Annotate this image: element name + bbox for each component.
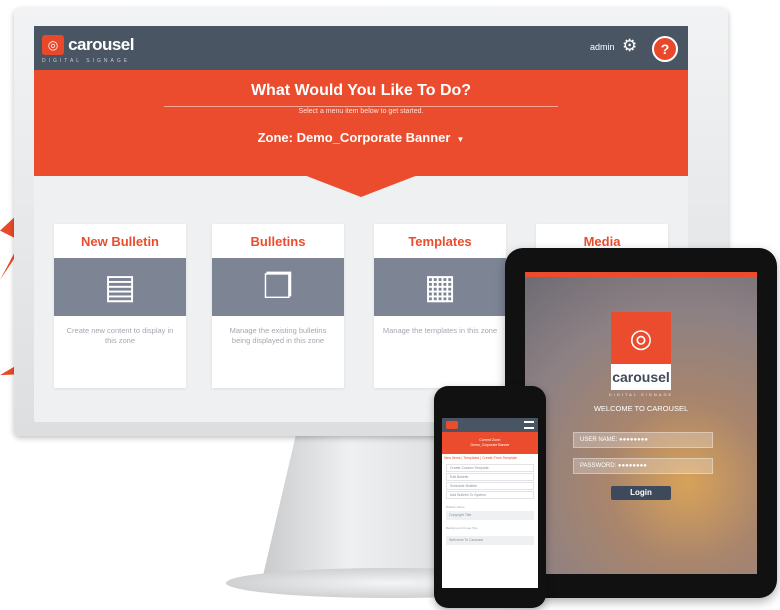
- page-subtitle: Select a menu item below to get started.: [34, 100, 688, 118]
- phone-text-input[interactable]: Welcome To Carousel: [446, 536, 534, 545]
- tablet-brand-tagline: DIGITAL SIGNAGE: [608, 392, 674, 397]
- tablet-login-screen: ◎ carousel DIGITAL SIGNAGE WELCOME TO CA…: [525, 272, 757, 574]
- hamburger-menu-icon[interactable]: [524, 421, 534, 429]
- chevron-down-icon: ▼: [456, 135, 465, 144]
- top-bar: ◎ carousel DIGITAL SIGNAGE admin ⚙ ?: [34, 26, 688, 70]
- hero-pointer: [304, 175, 418, 197]
- card-templates[interactable]: Templates ▦ Manage the templates in this…: [374, 224, 506, 388]
- card-title: New Bulletin: [80, 234, 159, 249]
- phone-zone-name: Demo_Corporate Banner: [470, 443, 510, 447]
- page-title: What Would You Like To Do?: [250, 82, 472, 99]
- user-menu[interactable]: admin: [590, 42, 615, 52]
- phone-field-label: Bulletin Name: [446, 505, 465, 509]
- card-bulletins[interactable]: Bulletins ❐ Manage the existing bulletin…: [212, 224, 344, 388]
- document-icon: ▤: [54, 258, 186, 316]
- login-button[interactable]: Login: [611, 486, 671, 500]
- carousel-logo-icon: ◎: [42, 35, 65, 55]
- phone-tabs[interactable]: New Items | Templates | Create From Temp…: [444, 456, 536, 460]
- username-field[interactable]: USER NAME: ●●●●●●●●: [573, 432, 713, 448]
- template-icon: ▦: [374, 258, 506, 316]
- card-new-bulletin[interactable]: New Bulletin ▤ Create new content to dis…: [54, 224, 186, 388]
- gear-icon[interactable]: ⚙: [622, 37, 637, 54]
- phone-device: Current Zone: Demo_Corporate Banner New …: [434, 386, 546, 608]
- help-button[interactable]: ?: [652, 36, 678, 62]
- phone-top-bar: [442, 418, 538, 432]
- documents-icon: ❐: [212, 258, 344, 316]
- brand-tagline: DIGITAL SIGNAGE: [42, 58, 131, 64]
- phone-field-label: Background Image Title: [446, 526, 478, 530]
- brand-name: carousel: [68, 35, 134, 54]
- welcome-text: WELCOME TO CAROUSEL: [593, 404, 689, 413]
- zone-label: Zone: Demo_Corporate Banner: [257, 130, 451, 145]
- brand-logo[interactable]: ◎ carousel: [42, 33, 134, 57]
- card-description: Manage the templates in this zone: [382, 326, 498, 335]
- password-field[interactable]: PASSWORD: ●●●●●●●●: [573, 458, 713, 474]
- carousel-logo-icon: ◎: [611, 312, 671, 364]
- tablet-accent-bar: [525, 272, 757, 277]
- zone-selector[interactable]: Zone: Demo_Corporate Banner ▼: [34, 130, 688, 145]
- card-title: Templates: [408, 234, 472, 249]
- card-title: Bulletins: [250, 234, 306, 249]
- card-description: Manage the existing bulletins being disp…: [229, 326, 327, 345]
- phone-text-input[interactable]: Copyright Title: [446, 511, 534, 520]
- card-description: Create new content to display in this zo…: [66, 326, 174, 345]
- phone-screen: Current Zone: Demo_Corporate Banner New …: [442, 418, 538, 588]
- phone-menu-item[interactable]: Add Bulletin To System: [446, 491, 534, 499]
- page-subtitle-text: Select a menu item below to get started.: [290, 108, 432, 115]
- carousel-logo-icon: [446, 421, 458, 429]
- card-title: Media: [583, 234, 621, 249]
- phone-menu-item[interactable]: Schedule Bulletin: [446, 482, 534, 490]
- phone-menu-item[interactable]: Create Custom Template: [446, 464, 534, 472]
- phone-menu-item[interactable]: Edit Bulletin: [446, 473, 534, 481]
- phone-zone-band[interactable]: Current Zone: Demo_Corporate Banner: [442, 432, 538, 454]
- tablet-brand-name: carousel: [611, 364, 671, 390]
